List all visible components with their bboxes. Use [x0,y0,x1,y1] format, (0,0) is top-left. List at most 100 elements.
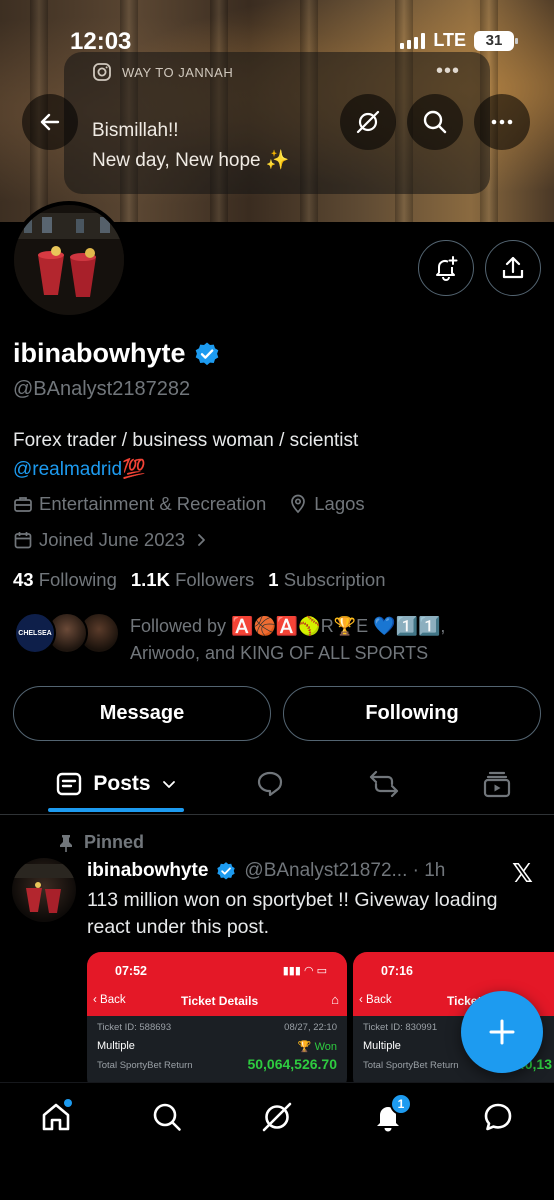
nav-home[interactable] [26,1097,86,1137]
following-count: 43 [13,569,34,590]
briefcase-icon [14,497,32,512]
profile-tabs: Posts [0,760,554,814]
followers-stat[interactable]: 1.1K Followers [131,569,254,591]
post-image-1[interactable]: 07:52 ▮▮▮ ◠ ▭ ‹ Back Ticket Details ⌂ Ti… [87,952,347,1092]
note-menu-icon[interactable]: ••• [436,60,460,83]
status-indicators: LTE 31 [400,30,518,51]
joined-date[interactable]: Joined June 2023 [13,529,209,551]
verified-badge-icon[interactable] [194,341,220,367]
posts-icon [57,772,82,796]
profile-bio: Forex trader / business woman / scientis… [13,426,358,484]
search-icon [153,1103,181,1131]
ticket-home-icon: ⌂ [331,992,339,1007]
ticket-body: Ticket ID: 588693 08/27, 22:10 Multiple … [87,1016,347,1092]
bio-mention-link[interactable]: @realmadrid [13,459,122,480]
followers-count: 1.1K [130,569,170,590]
tab-reposts[interactable] [354,760,414,808]
following-stat[interactable]: 43 Following [13,569,117,591]
note-source: WAY TO JANNAH [92,62,233,82]
pin-icon [60,834,72,852]
share-icon [502,256,524,279]
profile-avatar[interactable] [10,201,128,319]
ticket-back-label: Back [366,994,392,1006]
chevron-right-icon [198,534,205,546]
post-text: 113 million won on sportybet !! Giveway … [87,889,498,938]
follower-avatar: CHELSEA [14,612,56,654]
ticket-type: Multiple [97,1040,135,1052]
tab-posts[interactable]: Posts [48,760,184,808]
compose-post-button[interactable] [461,991,543,1073]
bio-emoji: 💯 [122,459,146,480]
network-type: LTE [433,30,466,50]
tab-media[interactable] [467,760,527,808]
pinned-label: Pinned [58,832,144,853]
ticket-status-icons: ▮▮▮ ◠ ▭ [282,965,327,977]
followed-by-line-2: Ariwodo, and KING OF ALL SPORTS [130,643,429,663]
post-author-name[interactable]: ibinabowhyte [87,860,208,882]
profile-category: Entertainment & Recreation Lagos [13,493,365,515]
bottom-navigation: 1 [0,1082,554,1200]
location-text: Lagos [314,493,365,514]
home-unread-dot [64,1099,72,1107]
following-button[interactable]: Following [283,686,541,741]
user-handle: @BAnalyst2187282 [13,378,191,400]
ticket-title: Ticket Details [181,994,259,1008]
followed-by-text[interactable]: Followed by 🅰️🏀🅰️🥎R🏆E 💙1️⃣1️⃣, Ariwodo, … [130,613,530,667]
ticket-back: ‹ Back [359,994,392,1006]
followers-label: Followers [175,569,255,590]
verified-badge-icon [217,862,236,880]
ticket-id: Ticket ID: 830991 [363,1022,438,1033]
post-author-avatar[interactable] [12,858,76,922]
bell-plus-icon [436,256,458,281]
nav-grok[interactable] [247,1097,307,1137]
message-button[interactable]: Message [13,686,271,741]
ticket-return-label: Total SportyBet Return [97,1060,193,1071]
more-icon [491,119,513,125]
follow-stats: 43 Following 1.1K Followers 1 Subscripti… [13,569,386,591]
category-text: Entertainment & Recreation [39,493,267,514]
search-button[interactable] [407,94,463,150]
followed-by-avatars[interactable]: CHELSEA [14,612,120,654]
display-name: ibinabowhyte [13,338,220,369]
tab-posts-label: Posts [93,772,151,795]
arrow-left-icon [40,113,60,131]
ticket-time: 07:52 [115,964,147,978]
search-icon [423,110,447,134]
note-line-2: New day, New hope ✨ [92,150,290,171]
back-button[interactable] [22,94,78,150]
nav-notifications[interactable]: 1 [358,1093,418,1137]
nav-messages[interactable] [468,1097,528,1137]
subscription-count: 1 [268,569,279,590]
tab-replies[interactable] [240,760,300,808]
ticket-return-value: 50,064,526.70 [247,1056,337,1072]
grok-icon [262,1102,292,1132]
note-source-label: WAY TO JANNAH [122,64,234,80]
bio-line-1: Forex trader / business woman / scientis… [13,430,359,451]
post-handle-time: @BAnalyst21872... · 1h [244,860,446,881]
joined-text: Joined June 2023 [39,529,186,550]
share-button[interactable] [485,240,541,296]
media-icon [483,771,511,798]
repost-icon [369,770,399,798]
display-name-text: ibinabowhyte [13,338,186,368]
post-header: ibinabowhyte @BAnalyst21872... · 1h [87,860,445,882]
calendar-icon [14,532,32,549]
tabs-divider [0,814,554,815]
notify-button[interactable] [418,240,474,296]
ticket-status: 🏆 Won [297,1041,337,1053]
subscription-stat[interactable]: 1 Subscription [268,569,385,591]
grok-icon [356,110,380,134]
reply-icon [257,771,283,797]
note-text: Bismillah!! New day, New hope ✨ [92,116,290,176]
subscription-label: Subscription [283,569,386,590]
ticket-id: Ticket ID: 588693 [97,1022,172,1033]
note-line-1: Bismillah!! [92,120,179,141]
nav-explore[interactable] [137,1097,197,1137]
grok-button[interactable] [340,94,396,150]
ticket-time: 07:16 [381,964,413,978]
battery-icon: 31 [474,30,518,51]
more-options-button[interactable] [474,94,530,150]
following-label: Following [38,569,117,590]
ticket-back-label: Back [100,994,126,1006]
avatar-photo [14,205,124,315]
